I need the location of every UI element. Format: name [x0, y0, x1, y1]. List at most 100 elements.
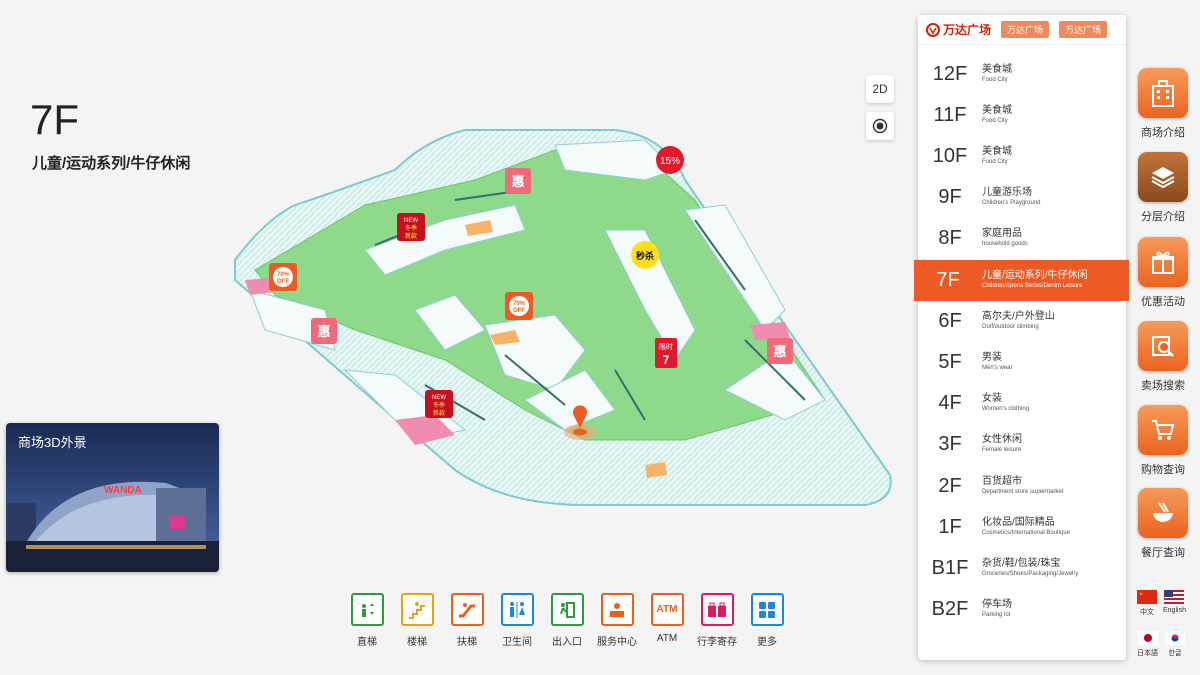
svg-text:OFF: OFF	[277, 279, 289, 285]
badge-70off-1[interactable]: 70% OFF	[269, 263, 297, 291]
badge-hui-3[interactable]: 惠	[767, 338, 793, 364]
elevator-icon	[350, 593, 384, 626]
tool-label: 楼梯	[407, 637, 427, 648]
tool-label: 服务中心	[597, 637, 637, 648]
floor-map[interactable]: 15% NEW 冬季 新款 NEW 冬季 新款 70% OFF 70% OFF …	[225, 110, 915, 530]
lang-english[interactable]: English	[1163, 590, 1186, 614]
floor-item-1f[interactable]: 1F 化妆品/国际精品 Cosmetics/International Bouti…	[918, 507, 1126, 548]
tool-luggage[interactable]: 行李寄存	[692, 593, 742, 648]
menu-floor-intro[interactable]: 分层介绍	[1136, 152, 1190, 224]
menu-mall-intro[interactable]: 商场介绍	[1136, 68, 1190, 140]
badge-xianshi[interactable]: 限时 7	[655, 338, 677, 368]
tool-more[interactable]: 更多	[742, 593, 792, 648]
menu-restaurant-search[interactable]: 餐厅查询	[1136, 488, 1190, 560]
tool-elevator[interactable]: 直梯	[342, 593, 392, 648]
floor-list-panel: 万达广场 万达广场 万达广场 12F 美食城 Food City 11F 美食城 F…	[914, 15, 1129, 660]
tool-service-center[interactable]: 服务中心	[592, 593, 642, 648]
atm-icon: ATM	[650, 593, 684, 626]
floor-item-12f[interactable]: 12F 美食城 Food City	[918, 54, 1126, 95]
lang-korean[interactable]: 한글	[1165, 631, 1185, 658]
menu-store-search[interactable]: 卖场搜索	[1136, 321, 1190, 393]
svg-text:70%: 70%	[513, 301, 526, 307]
exterior-title: 商场3D外景	[18, 435, 87, 450]
tool-exit[interactable]: 出入口	[542, 593, 592, 648]
japan-flag-icon	[1137, 631, 1158, 645]
facility-toolbar: 直梯 楼梯 扶梯 卫生间 出入口 服务中心 ATM ATM 行李寄存 更多	[342, 593, 792, 648]
brand-header: 万达广场 万达广场 万达广场	[918, 15, 1126, 45]
current-floor-category: 儿童/运动系列/牛仔休闲	[32, 155, 191, 172]
tool-label: 更多	[757, 637, 777, 648]
more-icon	[750, 593, 784, 626]
toggle-2d-button[interactable]: 2D	[866, 75, 894, 103]
tool-restroom[interactable]: 卫生间	[492, 593, 542, 648]
svg-text:70%: 70%	[277, 272, 290, 278]
svg-text:惠: 惠	[317, 324, 330, 340]
menu-shopping-search[interactable]: 购物查询	[1136, 405, 1190, 477]
exterior-3d-thumbnail[interactable]: WANDA 商场3D外景	[6, 423, 219, 572]
floor-item-9f[interactable]: 9F 儿童游乐场 Children's Playground	[918, 177, 1126, 218]
svg-text:OFF: OFF	[513, 308, 525, 314]
svg-text:惠: 惠	[511, 174, 524, 190]
cart-icon	[1138, 405, 1188, 455]
stairs-icon	[400, 593, 434, 626]
reset-view-button[interactable]	[866, 112, 894, 140]
floor-item-7f-active[interactable]: 7F 儿童/运动系列/牛仔休闲 Children/Sports Series/De…	[914, 260, 1129, 301]
svg-text:秒杀: 秒杀	[636, 250, 654, 262]
tool-label: 直梯	[357, 637, 377, 648]
map-shop-pink-2[interactable]	[750, 322, 790, 340]
badge-hui-2[interactable]: 惠	[311, 318, 337, 344]
svg-text:惠: 惠	[773, 344, 786, 360]
tool-escalator[interactable]: 扶梯	[442, 593, 492, 648]
svg-text:冬季: 冬季	[405, 224, 417, 232]
svg-text:NEW: NEW	[432, 395, 446, 401]
menu-promotions[interactable]: 优惠活动	[1136, 237, 1190, 309]
tool-atm[interactable]: ATM ATM	[642, 593, 692, 648]
target-icon	[872, 118, 888, 134]
exit-icon	[550, 593, 584, 626]
floor-item-6f[interactable]: 6F 高尔夫/户外登山 Golf/outdoor climbing	[918, 301, 1126, 342]
svg-text:新款: 新款	[433, 409, 445, 417]
korea-flag-icon	[1165, 631, 1185, 645]
brand-tab[interactable]: 万达广场	[1001, 21, 1050, 38]
badge-hui-1[interactable]: 惠	[505, 168, 531, 194]
svg-text:新款: 新款	[405, 232, 417, 240]
floor-item-10f[interactable]: 10F 美食城 Food City	[918, 136, 1126, 177]
service-desk-icon	[600, 593, 634, 626]
tool-label: 卫生间	[502, 637, 532, 648]
lang-japanese[interactable]: 日本語	[1137, 631, 1158, 658]
badge-discount-15[interactable]: 15%	[656, 146, 684, 174]
brand-tab[interactable]: 万达广场	[1059, 21, 1108, 38]
search-icon	[1138, 321, 1188, 371]
tool-label: 行李寄存	[697, 637, 737, 648]
wanda-logo-icon	[926, 22, 940, 37]
luggage-icon	[700, 593, 734, 626]
svg-text:限时: 限时	[659, 342, 673, 351]
escalator-icon	[450, 593, 484, 626]
floor-item-8f[interactable]: 8F 家庭用品 household goods	[918, 218, 1126, 259]
badge-new-season-1[interactable]: NEW 冬季 新款	[397, 213, 425, 241]
badge-70off-2[interactable]: 70% OFF	[505, 292, 533, 320]
floor-item-3f[interactable]: 3F 女性休闲 Female leisure	[918, 424, 1126, 465]
tool-stairs[interactable]: 楼梯	[392, 593, 442, 648]
svg-text:NEW: NEW	[404, 218, 418, 224]
wanda-logo: 万达广场	[926, 21, 991, 38]
svg-text:7: 7	[663, 353, 670, 367]
restroom-icon	[500, 593, 534, 626]
tool-label: 扶梯	[457, 637, 477, 648]
floor-item-b1f[interactable]: B1F 杂货/鞋/包装/珠宝 Groceries/Shoes/Packaging/…	[918, 548, 1126, 589]
building-icon	[1138, 68, 1188, 118]
floor-item-b2f[interactable]: B2F 停车场 Parking lot	[918, 589, 1126, 630]
svg-text:冬季: 冬季	[433, 401, 445, 409]
badge-miaosha[interactable]: 秒杀	[631, 241, 659, 269]
badge-new-season-2[interactable]: NEW 冬季 新款	[425, 390, 453, 418]
lang-chinese[interactable]: 中文	[1137, 590, 1157, 617]
tool-label: 出入口	[552, 637, 582, 648]
floor-item-11f[interactable]: 11F 美食城 Food City	[918, 95, 1126, 136]
floor-item-2f[interactable]: 2F 百货超市 Department store supermarket	[918, 466, 1126, 507]
svg-text:WANDA: WANDA	[104, 485, 142, 496]
floor-item-5f[interactable]: 5F 男装 Men's wear	[918, 342, 1126, 383]
usa-flag-icon	[1164, 590, 1185, 604]
current-floor-label: 7F	[30, 96, 80, 143]
floor-item-4f[interactable]: 4F 女装 Women's clothing	[918, 383, 1126, 424]
layers-icon	[1138, 152, 1188, 202]
